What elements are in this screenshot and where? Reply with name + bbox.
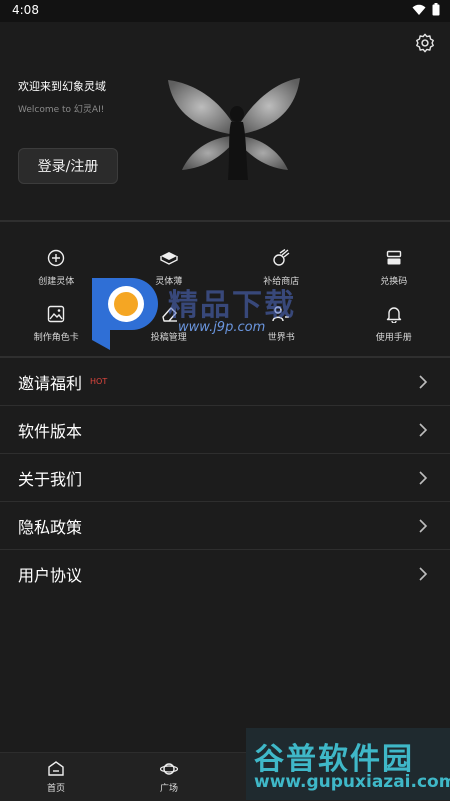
bell-icon xyxy=(384,304,404,324)
book-icon xyxy=(159,248,179,268)
menu-item-label: 隐私政策 xyxy=(18,514,82,538)
chevron-right-icon xyxy=(418,423,428,437)
menu-item-about-us[interactable]: 关于我们 xyxy=(0,454,450,502)
menu-item-software-version[interactable]: 软件版本 xyxy=(0,406,450,454)
grid-item-label: 制作角色卡 xyxy=(34,330,79,343)
chevron-right-icon xyxy=(418,567,428,581)
image-icon xyxy=(46,304,66,324)
menu-item-invite-rewards[interactable]: 邀请福利 HOT xyxy=(0,358,450,406)
watermark-url: www.j9p.com xyxy=(178,320,265,335)
menu-item-label: 用户协议 xyxy=(18,562,82,586)
settings-gear-icon[interactable] xyxy=(414,32,436,54)
welcome-subtitle: Welcome to 幻灵AI! xyxy=(18,102,104,115)
hot-badge: HOT xyxy=(90,377,107,386)
menu-item-label: 关于我们 xyxy=(18,466,82,490)
menu-item-user-agreement[interactable]: 用户协议 xyxy=(0,550,450,598)
nav-item-label: 广场 xyxy=(160,781,178,794)
nav-item-plaza[interactable]: 广场 xyxy=(139,761,199,794)
status-bar: 4:08 xyxy=(0,0,450,22)
site-watermark: 谷普软件园 www.gupuxiazai.com xyxy=(246,728,450,800)
welcome-title: 欢迎来到幻象灵域 xyxy=(18,78,106,94)
header-divider xyxy=(0,220,450,222)
home-icon xyxy=(47,761,65,777)
nav-item-label: 首页 xyxy=(47,781,65,794)
status-icons xyxy=(412,3,440,16)
plus-circle-icon xyxy=(46,248,66,268)
status-time: 4:08 xyxy=(12,3,39,17)
grid-item-redeem-code[interactable]: 兑换码 xyxy=(338,238,450,294)
wifi-icon xyxy=(412,4,426,16)
watermark-text: 精品下载 xyxy=(168,280,296,324)
grid-item-label: 创建灵体 xyxy=(38,274,74,287)
grid-item-label: 世界书 xyxy=(268,330,295,343)
menu-list: 邀请福利 HOT 软件版本 关于我们 隐私政策 用户协议 xyxy=(0,358,450,598)
fairy-illustration xyxy=(160,72,310,182)
ticket-icon xyxy=(384,248,404,268)
site-watermark-en: www.gupuxiazai.com xyxy=(254,772,450,792)
login-register-button[interactable]: 登录/注册 xyxy=(18,148,118,184)
watermark-logo xyxy=(86,270,158,352)
grid-item-label: 使用手册 xyxy=(376,330,412,343)
planet-icon xyxy=(160,761,178,777)
menu-item-label: 软件版本 xyxy=(18,418,82,442)
grid-item-user-manual[interactable]: 使用手册 xyxy=(338,294,450,350)
nav-item-home[interactable]: 首页 xyxy=(26,761,86,794)
menu-item-label: 邀请福利 xyxy=(18,370,82,394)
chevron-right-icon xyxy=(418,471,428,485)
chevron-right-icon xyxy=(418,519,428,533)
menu-item-privacy-policy[interactable]: 隐私政策 xyxy=(0,502,450,550)
battery-icon xyxy=(432,3,440,16)
meteor-icon xyxy=(271,248,291,268)
grid-item-label: 兑换码 xyxy=(380,274,407,287)
chevron-right-icon xyxy=(418,375,428,389)
